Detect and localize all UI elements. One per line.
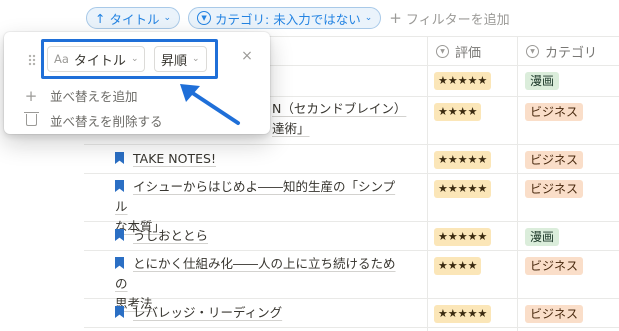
column-header-rating[interactable]: ▼ 評価: [436, 37, 481, 65]
category-tag: ビジネス: [525, 180, 584, 198]
filter-bar: ↑ タイトル ⌄ ▼ カテゴリ: 未入力ではない ⌄ + フィルターを追加: [86, 7, 510, 29]
title-cell[interactable]: TAKE NOTES!: [115, 149, 405, 169]
rating-badge: ★★★★★: [434, 180, 492, 198]
row-divider: [84, 327, 619, 328]
text-property-icon: Aa: [54, 52, 69, 66]
add-filter-label: フィルターを追加: [405, 12, 510, 28]
title-cell[interactable]: N（セカンドブレイン） 達術」: [272, 99, 412, 139]
plus-icon: +: [389, 9, 402, 27]
add-sort-button[interactable]: + 並べ替えを追加: [24, 86, 138, 105]
sort-direction-select[interactable]: 昇順 ⌄: [154, 46, 207, 72]
chevron-down-icon: ⌄: [192, 54, 200, 64]
column-header-label: カテゴリ: [545, 45, 598, 61]
bookmark-icon: [115, 306, 124, 318]
table-row[interactable]: うしおととら ★★★★★ 漫画: [84, 222, 619, 250]
bookmark-icon: [115, 152, 124, 164]
sort-pill-label: タイトル: [109, 11, 160, 27]
add-filter-button[interactable]: + フィルターを追加: [389, 9, 509, 28]
sort-arrow-icon: ↑: [95, 10, 106, 26]
trash-icon: [23, 111, 39, 130]
bookmark-icon: [115, 180, 124, 192]
select-circle-icon: ▼: [526, 44, 539, 58]
annotation-arrow-icon: [180, 84, 240, 125]
filter-pill-label: カテゴリ: 未入力ではない: [215, 11, 361, 27]
category-tag: 漫画: [525, 72, 560, 90]
title-text: N（セカンドブレイン）: [272, 101, 407, 116]
sort-property-label: タイトル: [73, 53, 126, 69]
title-text: TAKE NOTES!: [133, 151, 216, 166]
sort-property-select[interactable]: Aa タイトル ⌄: [47, 46, 146, 72]
sort-pill[interactable]: ↑ タイトル ⌄: [86, 7, 181, 29]
chevron-down-icon: ⌄: [364, 13, 373, 23]
rating-badge: ★★★★★: [434, 228, 492, 246]
table-row[interactable]: イシューからはじめよ――知的生産の「シンプル な本質」 ★★★★★ ビジネス: [84, 174, 619, 234]
rating-badge: ★★★★★: [434, 305, 492, 323]
title-text: 達術」: [272, 121, 310, 136]
table-row[interactable]: とにかく仕組み化――人の上に立ち続けるための 思考法 ★★★★ ビジネス: [84, 251, 619, 311]
add-sort-label: 並べ替えを追加: [50, 89, 138, 104]
category-tag: 漫画: [525, 228, 560, 246]
close-icon[interactable]: ×: [239, 48, 255, 64]
column-header-category[interactable]: ▼ カテゴリ: [526, 37, 597, 65]
bookmark-icon: [115, 229, 124, 241]
bookmark-icon: [115, 257, 124, 269]
chevron-down-icon: ⌄: [163, 13, 172, 23]
category-tag: ビジネス: [525, 103, 584, 121]
select-circle-icon: ▼: [197, 11, 212, 25]
title-text: イシューからはじめよ――知的生産の「シンプル: [115, 179, 396, 214]
title-text: うしおととら: [133, 228, 209, 243]
drag-handle-icon[interactable]: [28, 54, 36, 66]
filter-pill[interactable]: ▼ カテゴリ: 未入力ではない ⌄: [188, 7, 382, 29]
rating-badge: ★★★★★: [434, 151, 492, 169]
category-tag: ビジネス: [525, 257, 584, 275]
column-header-label: 評価: [455, 45, 482, 61]
select-circle-icon: ▼: [436, 44, 449, 58]
rating-badge: ★★★★★: [434, 72, 492, 90]
plus-icon: +: [24, 86, 38, 105]
chevron-down-icon: ⌄: [130, 54, 139, 64]
rating-badge: ★★★★: [434, 257, 482, 275]
title-text: とにかく仕組み化――人の上に立ち続けるための: [115, 256, 396, 291]
title-cell[interactable]: レバレッジ・リーディング: [115, 303, 405, 323]
title-cell[interactable]: うしおととら: [115, 226, 405, 246]
table-row[interactable]: TAKE NOTES! ★★★★★ ビジネス: [84, 145, 619, 173]
title-text: レバレッジ・リーディング: [133, 305, 283, 320]
category-tag: ビジネス: [525, 305, 584, 323]
category-tag: ビジネス: [525, 151, 584, 169]
table-row[interactable]: レバレッジ・リーディング ★★★★★ ビジネス: [84, 299, 619, 327]
delete-sort-button[interactable]: 並べ替えを削除する: [23, 111, 163, 130]
delete-sort-label: 並べ替えを削除する: [50, 114, 163, 129]
sort-direction-label: 昇順: [161, 53, 188, 69]
rating-badge: ★★★★: [434, 103, 482, 121]
